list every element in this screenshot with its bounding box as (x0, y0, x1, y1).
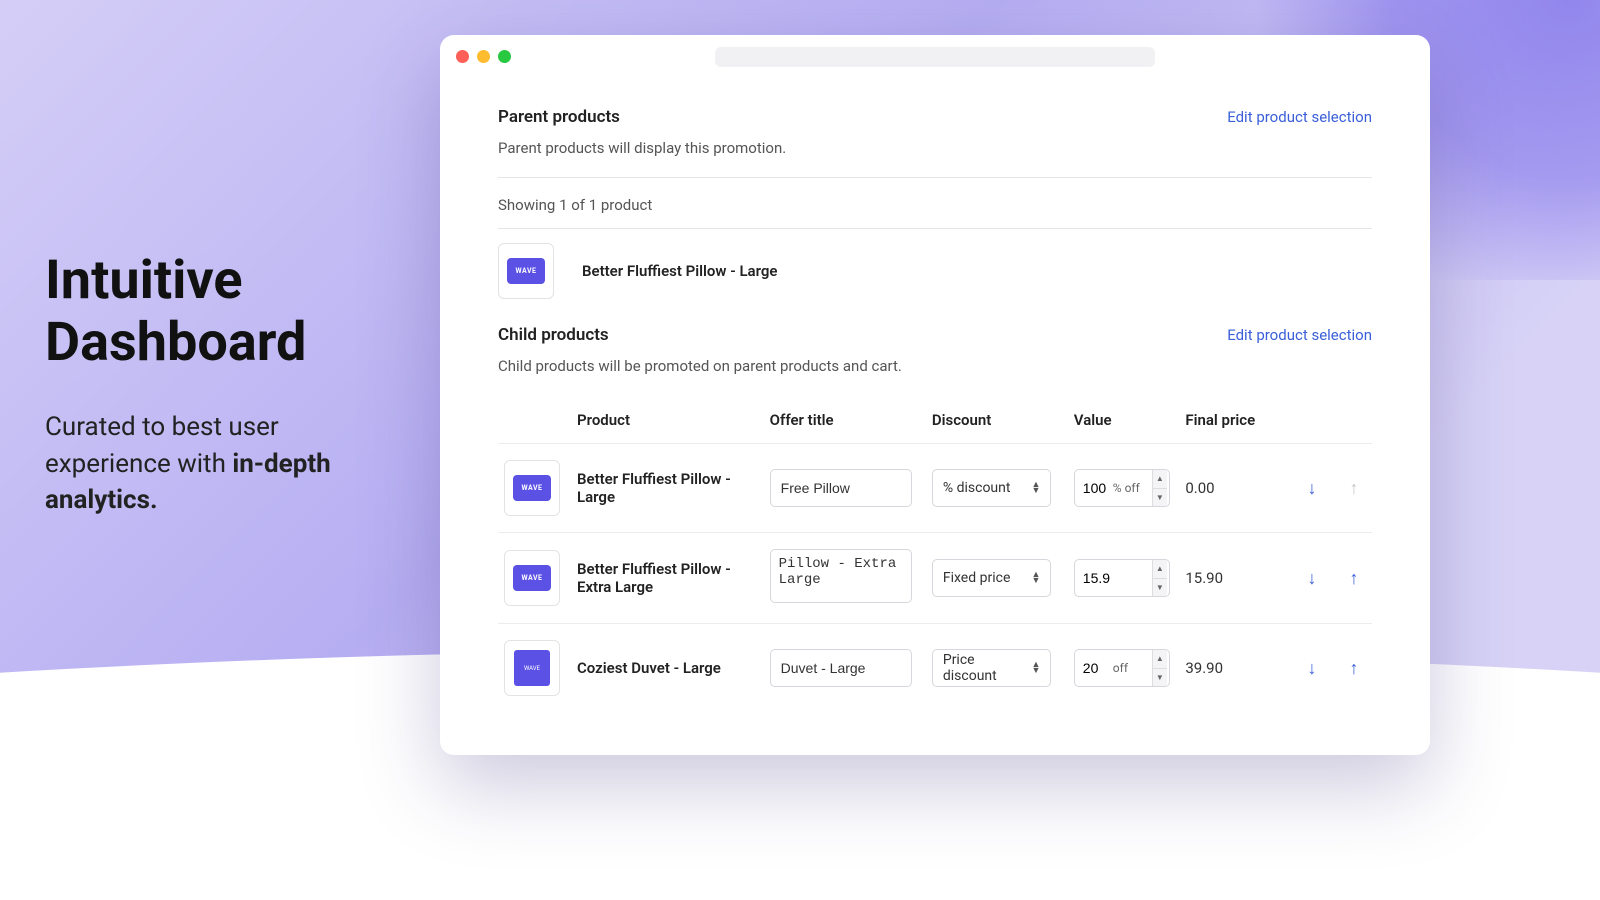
discount-type-select[interactable]: Price discount▲▼ (932, 649, 1052, 687)
pillow-icon: WAVE (513, 475, 551, 501)
col-value: Value (1068, 395, 1180, 444)
discount-type-select[interactable]: % discount▲▼ (932, 469, 1052, 507)
final-price: 39.90 (1185, 659, 1223, 677)
stepper-up-icon[interactable]: ▲ (1153, 560, 1167, 579)
col-discount: Discount (926, 395, 1068, 444)
value-input[interactable] (1083, 570, 1111, 586)
table-row: WAVE Better Fluffiest Pillow - Large % dis… (498, 444, 1372, 533)
value-suffix: off (1113, 661, 1150, 675)
offer-title-input[interactable] (770, 549, 913, 603)
move-up-button[interactable]: ↑ (1342, 566, 1366, 590)
offer-title-input[interactable] (770, 469, 913, 507)
maximize-icon[interactable] (498, 50, 511, 63)
chevron-updown-icon: ▲▼ (1031, 572, 1040, 584)
browser-window: Parent products Edit product selection P… (440, 35, 1430, 755)
stepper-buttons[interactable]: ▲▼ (1152, 650, 1167, 686)
parent-product-name: Better Fluffiest Pillow - Large (582, 262, 777, 280)
col-product: Product (571, 395, 764, 444)
minimize-icon[interactable] (477, 50, 490, 63)
move-down-button[interactable]: ↓ (1300, 656, 1324, 680)
stepper-down-icon[interactable]: ▼ (1153, 579, 1167, 597)
address-bar[interactable] (715, 47, 1155, 67)
final-price: 0.00 (1185, 479, 1214, 497)
move-up-button: ↑ (1342, 476, 1366, 500)
value-stepper[interactable]: % off▲▼ (1074, 469, 1170, 507)
product-thumbnail: WAVE (504, 640, 560, 696)
product-name: Coziest Duvet - Large (577, 659, 758, 677)
stepper-up-icon[interactable]: ▲ (1153, 470, 1167, 489)
traffic-lights (456, 50, 511, 63)
value-input[interactable] (1083, 660, 1111, 676)
move-down-button[interactable]: ↓ (1300, 566, 1324, 590)
chevron-updown-icon: ▲▼ (1031, 662, 1040, 674)
parent-heading: Parent products (498, 107, 620, 127)
duvet-icon: WAVE (514, 650, 550, 686)
move-up-button[interactable]: ↑ (1342, 656, 1366, 680)
edit-child-selection-link[interactable]: Edit product selection (1227, 326, 1372, 344)
stepper-up-icon[interactable]: ▲ (1153, 650, 1167, 669)
child-description: Child products will be promoted on paren… (498, 357, 1372, 375)
parent-section-header: Parent products Edit product selection (498, 107, 1372, 127)
child-products-table: Product Offer title Discount Value Final… (498, 395, 1372, 712)
parent-showing-count: Showing 1 of 1 product (498, 178, 1372, 228)
table-row: WAVE Coziest Duvet - Large Price discount▲… (498, 624, 1372, 713)
hero-subtitle: Curated to best user experience with in-… (45, 409, 405, 518)
close-icon[interactable] (456, 50, 469, 63)
pillow-icon: WAVE (507, 258, 545, 284)
hero-copy: IntuitiveDashboard Curated to best user … (45, 250, 405, 518)
discount-type-select[interactable]: Fixed price▲▼ (932, 559, 1052, 597)
chevron-updown-icon: ▲▼ (1031, 482, 1040, 494)
stepper-buttons[interactable]: ▲▼ (1152, 470, 1167, 506)
product-name: Better Fluffiest Pillow - Extra Large (577, 560, 758, 596)
offer-title-input[interactable] (770, 649, 913, 687)
value-input[interactable] (1083, 480, 1111, 496)
edit-parent-selection-link[interactable]: Edit product selection (1227, 108, 1372, 126)
col-final: Final price (1179, 395, 1270, 444)
value-stepper[interactable]: off▲▼ (1074, 649, 1170, 687)
table-row: WAVE Better Fluffiest Pillow - Extra Larg… (498, 533, 1372, 624)
parent-product-row: WAVE Better Fluffiest Pillow - Large (498, 229, 1372, 325)
col-offer: Offer title (764, 395, 926, 444)
product-name: Better Fluffiest Pillow - Large (577, 470, 758, 506)
pillow-icon: WAVE (513, 565, 551, 591)
parent-description: Parent products will display this promot… (498, 139, 1372, 157)
stepper-down-icon[interactable]: ▼ (1153, 489, 1167, 507)
value-suffix: % off (1113, 481, 1150, 495)
hero-title: IntuitiveDashboard (45, 250, 405, 374)
stepper-down-icon[interactable]: ▼ (1153, 669, 1167, 687)
value-stepper[interactable]: ▲▼ (1074, 559, 1170, 597)
child-heading: Child products (498, 325, 609, 345)
move-down-button[interactable]: ↓ (1300, 476, 1324, 500)
product-thumbnail: WAVE (498, 243, 554, 299)
window-titlebar (440, 35, 1430, 77)
child-section-header: Child products Edit product selection (498, 325, 1372, 345)
final-price: 15.90 (1185, 569, 1223, 587)
product-thumbnail: WAVE (504, 460, 560, 516)
stepper-buttons[interactable]: ▲▼ (1152, 560, 1167, 596)
product-thumbnail: WAVE (504, 550, 560, 606)
